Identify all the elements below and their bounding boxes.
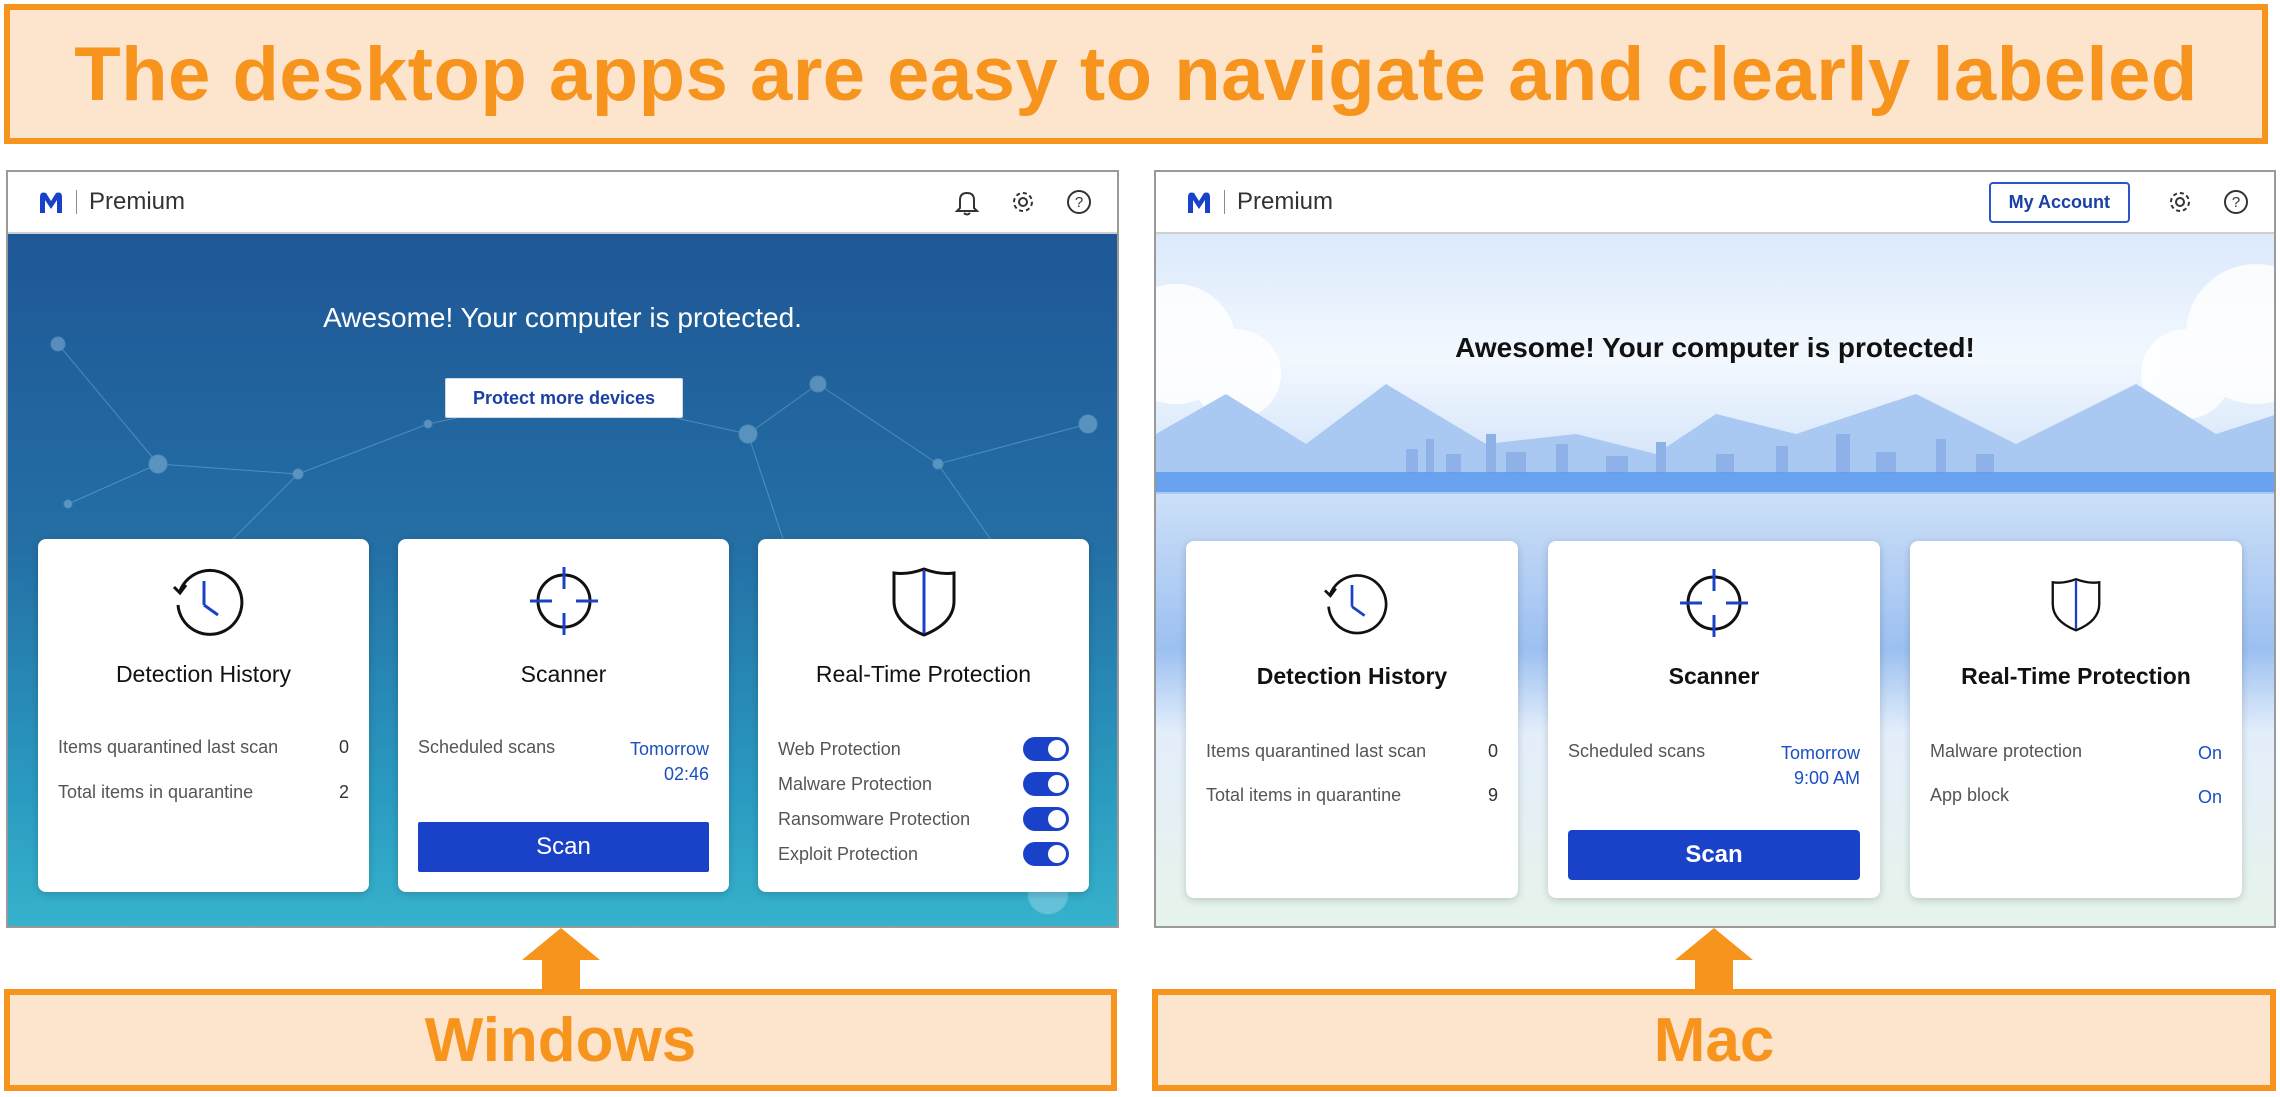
stat-value: 0 [1487, 741, 1498, 761]
scheduled-day: Tomorrow [1780, 743, 1860, 763]
up-arrow-icon [522, 928, 600, 990]
status-label: Malware protection [1930, 741, 2083, 761]
detection-history-title: Detection History [115, 661, 292, 687]
detection-history-card[interactable]: Detection History Items quarantined last… [1186, 541, 1518, 898]
mac-app-window: Premium My Account ? Awesome! Your compu… [1154, 170, 2276, 928]
stat-value: 0 [338, 737, 349, 757]
svg-text:?: ? [2232, 194, 2240, 211]
plan-label: Premium [89, 188, 186, 215]
headline-text: The desktop apps are easy to navigate an… [74, 31, 2198, 117]
title-bar: Premium ? [8, 172, 1117, 234]
bell-icon[interactable] [949, 184, 985, 220]
toggle-label: Ransomware Protection [778, 808, 971, 829]
shield-icon [892, 567, 955, 637]
protection-status-title: Awesome! Your computer is protected. [323, 302, 802, 333]
stat-row: Items quarantined last scan 0 [58, 737, 349, 758]
scanner-title: Scanner [520, 661, 607, 687]
hero-area: Awesome! Your computer is protected. Pro… [8, 234, 1117, 926]
malwarebytes-logo-icon [1188, 192, 1210, 213]
stat-row: Total items in quarantine 9 [1206, 785, 1498, 806]
plan-label: Premium [1237, 188, 1334, 215]
stat-row: Items quarantined last scan 0 [1206, 741, 1498, 762]
help-icon[interactable]: ? [1061, 184, 1097, 220]
crosshair-icon [529, 567, 598, 635]
clock-history-icon [1324, 574, 1388, 635]
malware-protection-row: Malware protection On [1930, 741, 2222, 766]
scanner-card[interactable]: Scanner Scheduled scans Tomorrow 02:46 S… [398, 539, 729, 892]
scan-button[interactable]: Scan [418, 822, 709, 872]
stat-label: Total items in quarantine [58, 782, 254, 802]
stat-label: Items quarantined last scan [58, 737, 279, 757]
svg-text:?: ? [1075, 194, 1083, 211]
ransomware-protection-toggle[interactable] [1023, 807, 1069, 831]
real-time-protection-card[interactable]: Real-Time Protection Web Protection Malw… [758, 539, 1089, 892]
scheduled-scans-time[interactable]: Tomorrow 02:46 [630, 737, 709, 787]
web-protection-toggle[interactable] [1023, 737, 1069, 761]
my-account-button[interactable]: My Account [1988, 181, 2130, 223]
scheduled-time: 02:46 [663, 764, 709, 784]
gear-icon[interactable] [1005, 184, 1041, 220]
ransomware-protection-row: Ransomware Protection [778, 807, 1069, 831]
app-block-row: App block On [1930, 785, 2222, 810]
clock-history-icon [172, 568, 243, 636]
gear-icon[interactable] [2162, 184, 2198, 220]
stat-label: Items quarantined last scan [1206, 741, 1427, 761]
protect-more-devices-button[interactable]: Protect more devices [445, 378, 683, 418]
scheduled-time: 9:00 AM [1793, 768, 1860, 788]
title-separator [1224, 190, 1225, 214]
scanner-card[interactable]: Scanner Scheduled scans Tomorrow 9:00 AM… [1548, 541, 1880, 898]
scheduled-scans-row[interactable]: Scheduled scans Tomorrow 02:46 [418, 737, 709, 787]
status-label: App block [1930, 785, 2010, 805]
toggle-label: Exploit Protection [778, 843, 919, 864]
scheduled-scans-row[interactable]: Scheduled scans Tomorrow 9:00 AM [1568, 741, 1860, 791]
stat-row: Total items in quarantine 2 [58, 782, 349, 803]
shield-icon [2051, 577, 2101, 632]
malware-protection-toggle[interactable] [1023, 772, 1069, 796]
detection-history-title: Detection History [1256, 663, 1448, 689]
mac-label: Mac [1653, 1005, 1775, 1075]
mac-label-box: Mac [1152, 989, 2276, 1091]
stat-label: Total items in quarantine [1206, 785, 1402, 805]
help-icon[interactable]: ? [2218, 184, 2254, 220]
hero-area: Awesome! Your computer is protected! Det… [1156, 234, 2274, 926]
windows-app-window: Premium ? Awesome! Your computer is prot… [6, 170, 1119, 928]
headline-banner: The desktop apps are easy to navigate an… [4, 4, 2268, 144]
crosshair-icon [1680, 569, 1748, 637]
web-protection-row: Web Protection [778, 737, 1069, 761]
scanner-title: Scanner [1668, 663, 1760, 689]
malware-protection-row: Malware Protection [778, 772, 1069, 796]
malwarebytes-logo-icon [40, 192, 62, 213]
scan-button[interactable]: Scan [1568, 830, 1860, 880]
exploit-protection-row: Exploit Protection [778, 842, 1069, 866]
exploit-protection-toggle[interactable] [1023, 842, 1069, 866]
scheduled-scans-time[interactable]: Tomorrow 9:00 AM [1781, 741, 1860, 791]
scheduled-day: Tomorrow [629, 739, 709, 759]
stat-value: 2 [338, 782, 349, 802]
detection-history-card[interactable]: Detection History Items quarantined last… [38, 539, 369, 892]
windows-label: Windows [424, 1005, 697, 1075]
real-time-protection-title: Real-Time Protection [815, 661, 1032, 687]
scheduled-scans-label: Scheduled scans [418, 737, 556, 757]
real-time-protection-card[interactable]: Real-Time Protection Malware protection … [1910, 541, 2242, 898]
toggle-label: Web Protection [778, 738, 901, 759]
stat-value: 9 [1487, 785, 1498, 805]
status-value[interactable]: On [2198, 741, 2222, 766]
toggle-label: Malware Protection [778, 773, 933, 794]
up-arrow-icon [1675, 928, 1753, 990]
title-separator [76, 190, 77, 214]
title-bar: Premium My Account ? [1156, 172, 2274, 234]
protection-status-title: Awesome! Your computer is protected! [1455, 332, 1975, 363]
scheduled-scans-label: Scheduled scans [1568, 741, 1706, 761]
windows-label-box: Windows [4, 989, 1117, 1091]
real-time-protection-title: Real-Time Protection [1961, 663, 2191, 689]
status-value[interactable]: On [2198, 785, 2222, 810]
